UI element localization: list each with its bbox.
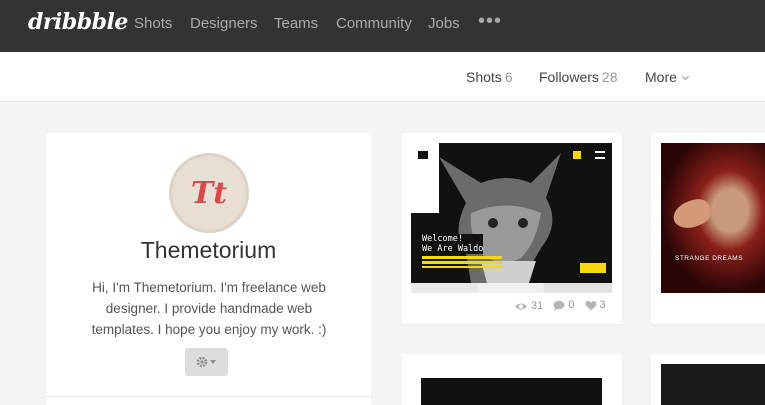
shot-art-arrows (580, 263, 606, 273)
views-stat: 31 (514, 300, 543, 312)
shot-art-background (421, 378, 602, 405)
profile-subnav: Shots 6 Followers 28 More (0, 52, 765, 102)
profile-name: Themetorium (140, 237, 277, 263)
subnav-more[interactable]: More (645, 69, 689, 85)
nav-jobs[interactable]: Jobs (428, 15, 460, 32)
nav-shots[interactable]: Shots (134, 15, 172, 32)
profile-bio: Hi, I'm Themetorium. I'm freelance web d… (91, 280, 327, 337)
avatar-initials: Tt (190, 175, 228, 211)
top-nav: dribbble Shots Designers Teams Community… (0, 0, 765, 52)
shot-art-accent (573, 151, 581, 159)
avatar[interactable]: Tt (169, 153, 249, 233)
shot-art-header (411, 364, 612, 374)
shot-thumbnail[interactable]: Welcome! We Are Waldo (411, 143, 612, 293)
subnav-followers[interactable]: Followers 28 (539, 69, 617, 85)
gear-icon (196, 356, 216, 368)
settings-dropdown-button[interactable] (185, 348, 228, 376)
subnav-shots-count: 6 (504, 69, 513, 85)
comments-stat[interactable]: 0 (553, 299, 574, 311)
nav-teams[interactable]: Teams (274, 15, 318, 32)
more-menu-icon[interactable]: ••• (478, 10, 502, 33)
subnav-more-label: More (645, 69, 677, 85)
hamburger-icon (595, 151, 605, 159)
nav-designers[interactable]: Designers (190, 15, 258, 32)
subnav-shots[interactable]: Shots 6 (466, 69, 513, 85)
shot-art-welcome-line2: We Are Waldo (422, 244, 484, 254)
shot-art-strip (411, 283, 612, 293)
views-count: 31 (531, 300, 544, 312)
shot-thumbnail[interactable]: STRANGE DREAMS (661, 143, 765, 293)
subnav-shots-label: Shots (466, 69, 502, 85)
shot-art-welcome: Welcome! We Are Waldo (422, 234, 484, 254)
shot-art-title: STRANGE DREAMS (675, 255, 744, 262)
shot-stats: 31 0 3 (507, 299, 606, 314)
likes-stat[interactable]: 3 (585, 299, 606, 311)
shot-thumbnail[interactable] (661, 364, 765, 405)
dribbble-logo[interactable]: dribbble (28, 9, 128, 35)
chevron-down-icon (681, 72, 689, 81)
shot-thumbnail[interactable] (411, 364, 612, 405)
eye-icon (515, 303, 527, 309)
heart-icon (585, 300, 596, 310)
shot-card[interactable] (401, 354, 622, 405)
comment-icon (553, 300, 565, 311)
comments-count: 0 (568, 299, 575, 311)
shot-card[interactable]: Welcome! We Are Waldo 31 0 3 (401, 133, 622, 324)
subnav-followers-count: 28 (601, 69, 618, 85)
profile-divider (46, 396, 371, 397)
profile-card: Tt Themetorium Hi, I'm Themetorium. I'm … (46, 133, 371, 405)
subnav-followers-label: Followers (539, 69, 599, 85)
likes-count: 3 (599, 299, 606, 311)
shot-card[interactable]: STRANGE DREAMS (651, 133, 765, 324)
shot-card[interactable] (651, 354, 765, 405)
shot-art-welcome-line1: Welcome! (422, 234, 463, 244)
shot-art-text-lines (422, 256, 502, 268)
nav-community[interactable]: Community (336, 15, 412, 32)
